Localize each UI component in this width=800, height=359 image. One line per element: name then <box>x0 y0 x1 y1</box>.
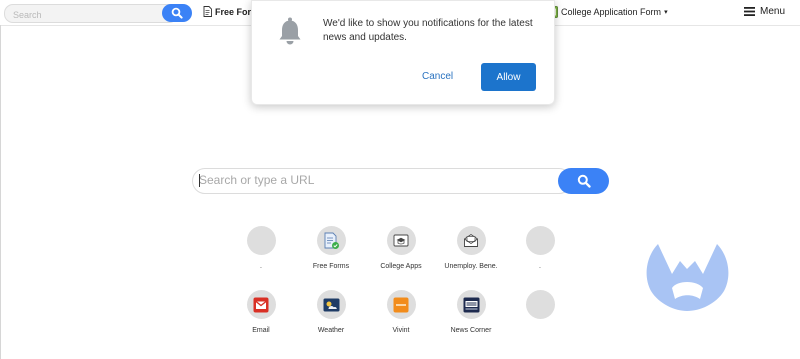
chevron-down-icon: ▾ <box>664 9 668 16</box>
menu-label: Menu <box>759 6 785 17</box>
shortcut-tile-empty[interactable] <box>505 290 575 327</box>
gmail-icon <box>253 297 269 312</box>
vivint-icon <box>393 297 409 312</box>
shortcut-tile-free-forms[interactable]: Free Forms <box>296 226 366 270</box>
text-cursor <box>199 174 200 187</box>
search-icon <box>171 7 183 19</box>
malwarebytes-logo-icon <box>646 244 729 311</box>
college-application-label: College Application Form <box>561 7 662 17</box>
empty-circle-icon <box>525 290 555 319</box>
shortcut-tile-empty[interactable]: . <box>226 226 296 270</box>
document-check-icon <box>324 232 339 249</box>
shortcut-tile-empty[interactable]: . <box>505 226 575 270</box>
tile-label: College Apps <box>380 263 422 270</box>
document-icon <box>203 6 212 17</box>
tile-label: Email <box>252 327 270 334</box>
toolbar-search-input[interactable] <box>5 7 163 23</box>
allow-button[interactable]: Allow <box>481 63 536 91</box>
college-application-link[interactable]: College Application Form ▾ <box>548 6 668 18</box>
toolbar-search-button[interactable] <box>162 4 192 22</box>
main-search-box[interactable] <box>192 168 572 194</box>
empty-circle-icon <box>246 226 276 255</box>
shortcut-tile-news-corner[interactable]: News Corner <box>436 290 506 334</box>
shortcut-tile-unemployment-benefits[interactable]: Unemploy. Bene. <box>436 226 506 270</box>
shortcut-tile-weather[interactable]: Weather <box>296 290 366 334</box>
envelope-icon <box>464 233 478 247</box>
news-icon <box>463 297 479 312</box>
menu-button[interactable]: Menu <box>743 6 785 17</box>
shortcut-tile-vivint[interactable]: Vivint <box>366 290 436 334</box>
toolbar-search-box[interactable] <box>4 4 178 23</box>
notification-message: We'd like to show you notifications for … <box>323 18 533 43</box>
tile-label: News Corner <box>450 327 492 334</box>
weather-icon <box>323 298 339 311</box>
graduation-cap-icon <box>393 234 409 247</box>
tile-label: . <box>539 263 541 270</box>
cancel-button[interactable]: Cancel <box>422 71 453 82</box>
tile-label: Weather <box>317 327 345 334</box>
tile-label: . <box>260 263 262 270</box>
shortcut-tile-college-apps[interactable]: College Apps <box>366 226 436 270</box>
tile-label: Unemploy. Bene. <box>444 263 498 270</box>
bell-icon <box>279 17 301 45</box>
main-search-button[interactable] <box>558 168 609 194</box>
main-search-input[interactable] <box>193 169 539 191</box>
empty-circle-icon <box>525 226 555 255</box>
shortcut-tile-email[interactable]: Email <box>226 290 296 334</box>
tile-label: Vivint <box>392 327 410 334</box>
hamburger-icon <box>743 7 755 16</box>
notification-permission-popup: We'd like to show you notifications for … <box>251 0 555 105</box>
search-icon <box>577 174 591 188</box>
tile-label: Free Forms <box>312 263 350 270</box>
left-divider <box>0 25 1 359</box>
